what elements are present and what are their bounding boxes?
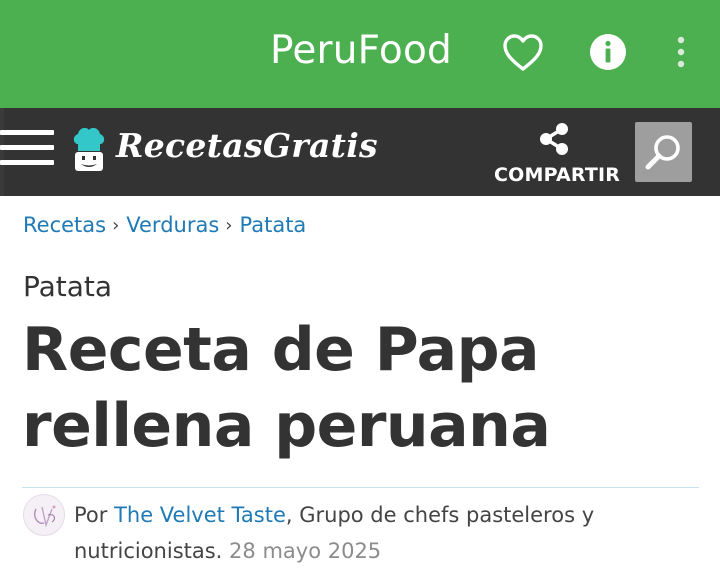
share-button[interactable]: COMPARTIR: [494, 120, 621, 190]
divider: [22, 487, 699, 488]
byline: Por The Velvet Taste, Grupo de chefs pas…: [74, 497, 694, 569]
breadcrumb: Recetas › Verduras › Patata: [23, 213, 306, 243]
menu-icon[interactable]: [0, 126, 54, 170]
share-icon: [540, 123, 568, 155]
chevron-right-icon: ›: [112, 215, 120, 236]
author-link[interactable]: The Velvet Taste: [114, 503, 286, 527]
breadcrumb-recetas[interactable]: Recetas: [23, 213, 106, 237]
breadcrumb-patata[interactable]: Patata: [240, 213, 307, 237]
app-title: PeruFood: [270, 28, 452, 73]
page-title: Receta de Papa rellena peruana: [22, 315, 551, 461]
article-category: Patata: [23, 270, 113, 303]
publish-date: 28 mayo 2025: [229, 539, 382, 563]
author-logo-icon: [34, 505, 56, 528]
chevron-right-icon: ›: [225, 215, 233, 236]
chef-hat-icon: [73, 127, 105, 171]
author-description-cont: nutricionistas.: [74, 539, 223, 563]
author-description: , Grupo de chefs pasteleros y: [285, 503, 595, 527]
more-vertical-icon[interactable]: [667, 34, 695, 72]
byline-prefix: Por: [74, 503, 115, 527]
site-logo[interactable]: RecetasGratis: [116, 126, 378, 165]
avatar[interactable]: [23, 494, 65, 536]
info-icon[interactable]: [589, 33, 627, 71]
heart-icon[interactable]: [502, 33, 544, 73]
breadcrumb-verduras[interactable]: Verduras: [126, 213, 219, 237]
share-label: COMPARTIR: [494, 164, 621, 186]
search-icon: [645, 135, 680, 170]
search-button[interactable]: [635, 122, 692, 182]
